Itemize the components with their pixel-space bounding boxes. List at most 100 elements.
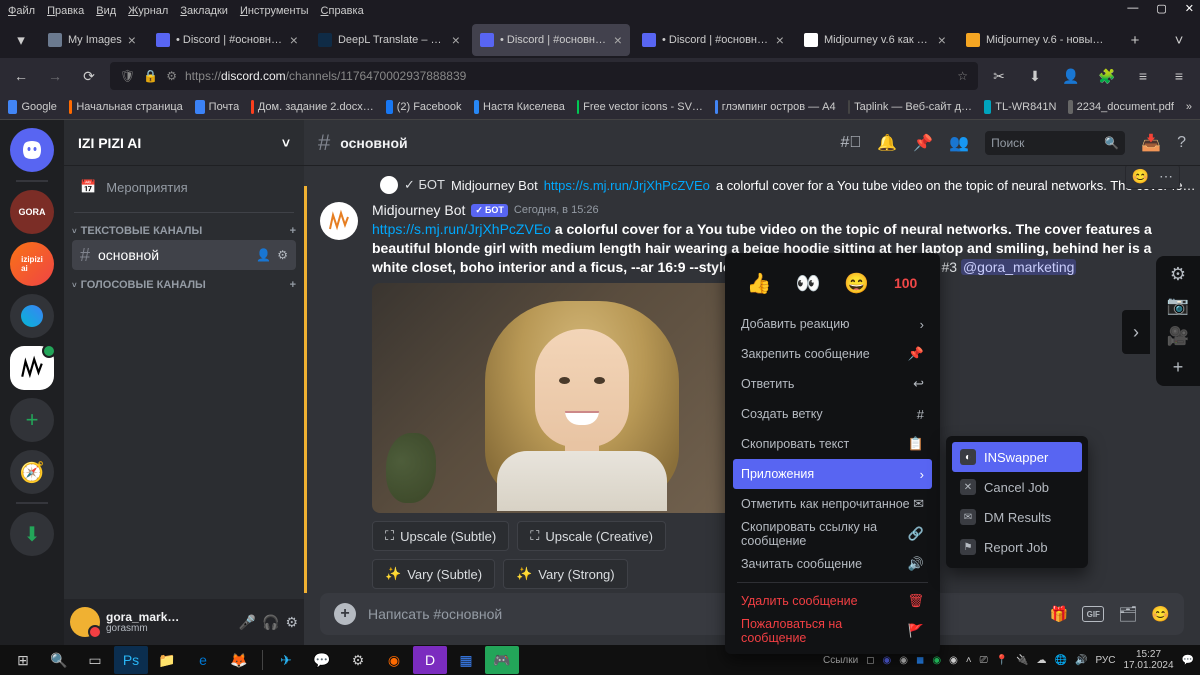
bookmark-item[interactable]: Почта	[195, 100, 239, 114]
tray-icon[interactable]: ◉	[949, 655, 958, 666]
taskbar-app[interactable]: 🎮	[485, 646, 519, 674]
server-header[interactable]: IZI PIZI AI ˅	[64, 120, 304, 166]
ctx-thread[interactable]: Создать ветку#	[733, 399, 932, 429]
ctx-reply[interactable]: Ответить↩	[733, 369, 932, 399]
channel-section-voice[interactable]: ˅ГОЛОСОВЫЕ КАНАЛЫ +	[64, 271, 304, 293]
mute-icon[interactable]: 🎤	[239, 614, 256, 631]
server-item[interactable]	[10, 294, 54, 338]
screenshot-icon[interactable]: ✂	[986, 63, 1012, 89]
account-icon[interactable]: 👤	[1058, 63, 1084, 89]
expand-panel-button[interactable]: ›	[1122, 310, 1150, 354]
chevron-down-icon[interactable]: ˅	[282, 135, 290, 151]
members-icon[interactable]: 👥	[949, 133, 969, 153]
taskbar-app[interactable]: ▦	[449, 646, 483, 674]
taskbar-app[interactable]: e	[186, 646, 220, 674]
tray-power-icon[interactable]: 🔌	[1016, 655, 1028, 666]
notifications-icon[interactable]: 🔔	[877, 133, 897, 153]
library-icon[interactable]: ≡	[1130, 63, 1156, 89]
user-avatar[interactable]	[70, 607, 100, 637]
tabs-dropdown-icon[interactable]: ˅	[1164, 25, 1194, 55]
tray-volume-icon[interactable]: 🔊	[1075, 655, 1087, 666]
menu-view[interactable]: Вид	[96, 5, 116, 17]
settings-icon[interactable]: ⚙	[277, 248, 288, 262]
server-item[interactable]: izipiziai	[10, 242, 54, 286]
ctx-add-reaction[interactable]: Добавить реакцию›	[733, 309, 932, 339]
tray-onedrive-icon[interactable]: ☁	[1037, 655, 1047, 666]
tabs-list-icon[interactable]: ▾	[6, 25, 36, 55]
taskbar-app[interactable]: 🦊	[222, 646, 256, 674]
toolbar-add-icon[interactable]: +	[1173, 357, 1184, 378]
extensions-icon[interactable]: 🧩	[1094, 63, 1120, 89]
add-channel-icon[interactable]: +	[290, 279, 296, 291]
server-item-active[interactable]	[10, 346, 54, 390]
attach-button[interactable]: +	[334, 603, 356, 625]
more-icon[interactable]: ⋯	[1159, 168, 1173, 185]
task-view-button[interactable]: ▭	[78, 646, 112, 674]
ctx-copy-link[interactable]: Скопировать ссылку на сообщение🔗	[733, 519, 932, 549]
address-bar[interactable]: 🛡 🔒 ⚙ https://discord.com/channels/11764…	[110, 62, 978, 90]
start-button[interactable]: ⊞	[6, 646, 40, 674]
tray-language[interactable]: РУС	[1095, 655, 1115, 666]
toolbar-video-icon[interactable]: 🎥	[1167, 326, 1189, 347]
mention[interactable]: @gora_marketing	[961, 259, 1077, 275]
invite-icon[interactable]: 👤	[256, 248, 271, 262]
browser-tab[interactable]: Midjourney v.6 как созда…×	[796, 24, 954, 56]
taskbar-app[interactable]: Ps	[114, 646, 148, 674]
shield-icon[interactable]: 🛡	[120, 69, 135, 83]
submenu-cancel[interactable]: ✕Cancel Job	[952, 472, 1082, 502]
upscale-subtle-button[interactable]: ⛶Upscale (Subtle)	[372, 521, 509, 551]
ctx-apps[interactable]: Приложения›	[733, 459, 932, 489]
tray-cast-icon[interactable]: ⎚	[980, 655, 988, 666]
browser-tab[interactable]: • Discord | #основной | IZ…×	[634, 24, 792, 56]
tray-icon[interactable]: ◉	[899, 655, 908, 666]
window-maximize-icon[interactable]: ▢	[1156, 2, 1166, 15]
search-button[interactable]: 🔍	[42, 646, 76, 674]
taskbar-app[interactable]: 📁	[150, 646, 184, 674]
tray-icon[interactable]: ◻	[866, 655, 874, 666]
reaction-thumbsup[interactable]: 👍	[741, 265, 777, 301]
close-icon[interactable]: ×	[290, 32, 298, 48]
taskbar-app[interactable]: ✈	[269, 646, 303, 674]
reload-button[interactable]: ⟳	[76, 63, 102, 89]
tray-icon[interactable]: ◉	[883, 655, 892, 666]
bookmark-item[interactable]: (2) Facebook	[386, 100, 462, 114]
ctx-copy-text[interactable]: Скопировать текст📋	[733, 429, 932, 459]
taskbar-clock[interactable]: 15:27 17.01.2024	[1123, 649, 1173, 671]
browser-tab-active[interactable]: • Discord | #основной | IZ…×	[472, 24, 630, 56]
browser-tab[interactable]: Midjourney v.6 - новый п…	[958, 24, 1116, 56]
lock-icon[interactable]: 🔒	[143, 69, 158, 83]
menu-icon[interactable]: ≡	[1166, 63, 1192, 89]
reaction-grin[interactable]: 😄	[839, 265, 875, 301]
menu-bookmarks[interactable]: Закладки	[180, 5, 228, 17]
reaction-icon[interactable]: 😊	[1132, 168, 1149, 185]
reaction-eyes[interactable]: 👀	[790, 265, 826, 301]
close-icon[interactable]: ×	[128, 32, 136, 48]
toolbar-settings-icon[interactable]: ⚙	[1170, 264, 1186, 285]
reaction-100[interactable]: 100	[888, 265, 924, 301]
new-tab-button[interactable]: +	[1120, 25, 1150, 55]
events-button[interactable]: 📅 Мероприятия	[72, 172, 296, 202]
submenu-dm[interactable]: ✉DM Results	[952, 502, 1082, 532]
help-icon[interactable]: ?	[1177, 134, 1186, 152]
close-icon[interactable]: ×	[614, 32, 622, 48]
dm-button[interactable]	[10, 128, 54, 172]
menu-edit[interactable]: Правка	[47, 5, 84, 17]
browser-tab[interactable]: My Images×	[40, 24, 144, 56]
emoji-icon[interactable]: 😊	[1151, 605, 1170, 623]
menu-file[interactable]: Файл	[8, 5, 35, 17]
back-button[interactable]: ←	[8, 63, 34, 89]
taskbar-app[interactable]: 💬	[305, 646, 339, 674]
message-link[interactable]: https://s.mj.run/JrjXhPcZVEo	[372, 221, 551, 237]
tray-icon[interactable]: ◉	[932, 655, 941, 666]
gif-icon[interactable]: GIF	[1082, 606, 1104, 622]
browser-tab[interactable]: DeepL Translate – Самый …×	[310, 24, 468, 56]
threads-icon[interactable]: #⃣	[841, 134, 862, 152]
bookmark-item[interactable]: Дом. задание 2.docx…	[251, 100, 374, 114]
bookmark-item[interactable]: 2234_document.pdf	[1068, 100, 1173, 114]
menu-help[interactable]: Справка	[321, 5, 364, 17]
tray-notifications-icon[interactable]: 💬	[1182, 655, 1194, 666]
pinned-icon[interactable]: 📌	[913, 133, 933, 153]
bookmark-item[interactable]: глэмпинг остров — А4	[715, 100, 836, 114]
submenu-report[interactable]: ⚑Report Job	[952, 532, 1082, 562]
close-icon[interactable]: ×	[938, 32, 946, 48]
